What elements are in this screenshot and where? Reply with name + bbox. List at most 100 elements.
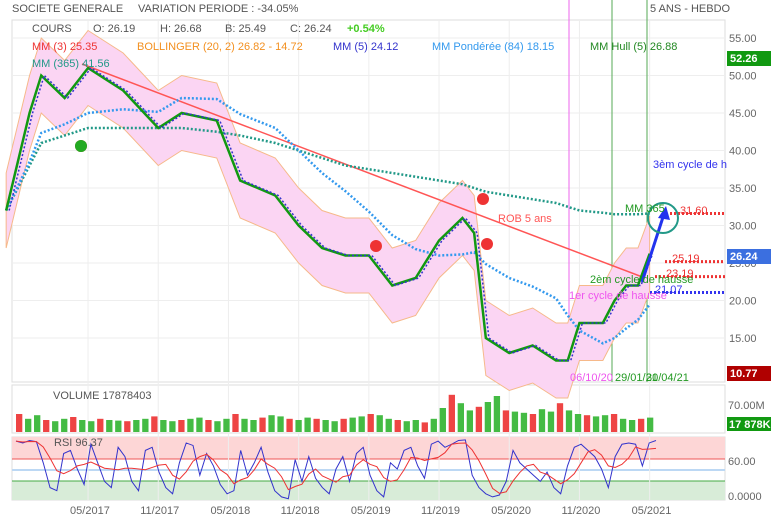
volume-bar — [358, 416, 365, 432]
time-tick: 05/2020 — [491, 505, 531, 517]
volume-bar — [88, 421, 95, 432]
volume-bar — [475, 406, 483, 432]
volume-bar — [286, 418, 293, 432]
annotation-rob: ROB 5 ans — [498, 213, 552, 225]
volume-bar — [16, 414, 23, 432]
volume-bar — [466, 410, 474, 432]
volume-bar — [34, 415, 41, 432]
volume-bar — [43, 420, 50, 432]
quote-change: +0.54% — [347, 23, 385, 35]
quote-label: COURS — [32, 23, 72, 35]
stock-chart[interactable]: SOCIETE GENERALE VARIATION PERIODE : -34… — [0, 0, 771, 522]
volume-bar — [601, 415, 609, 432]
volume-bar — [106, 420, 113, 432]
volume-bar — [142, 418, 149, 432]
volume-bar — [70, 417, 77, 432]
volume-bar — [538, 409, 546, 432]
mm365-line — [5, 126, 650, 216]
volume-bar — [448, 394, 455, 432]
time-tick: 05/2017 — [70, 505, 110, 517]
stock-title: SOCIETE GENERALE — [12, 3, 123, 15]
badge-last: 26.24 — [730, 251, 758, 263]
volume-bar — [151, 416, 158, 432]
volume-bar — [250, 420, 257, 432]
level-2319: 23.19 — [666, 268, 694, 280]
quote-low: B: 25.49 — [225, 23, 266, 35]
volume-bar — [304, 417, 311, 432]
annotation-mm365: MM 365 — [625, 203, 665, 215]
volume-bar — [214, 421, 221, 432]
volume-bar — [484, 402, 492, 432]
price-axis: 55.0050.0045.0040.0035.0030.0025.0020.00… — [729, 33, 757, 345]
indicator-mm365: MM (365) 41.56 — [32, 58, 110, 70]
volume-bar — [376, 415, 383, 432]
price-tick: 20.00 — [729, 296, 757, 308]
volume-bar — [61, 418, 68, 432]
volume-bar — [592, 416, 600, 432]
volume-bar — [196, 417, 203, 432]
volume-bar — [637, 418, 645, 432]
level-2107: 21.07 — [655, 284, 683, 296]
volume-bar — [394, 420, 401, 432]
volume-bar — [619, 418, 627, 432]
price-tick: 35.00 — [729, 183, 757, 195]
volume-bar — [421, 422, 428, 432]
volume-bar — [313, 418, 320, 432]
volume-bar — [574, 414, 582, 432]
volume-bar — [628, 420, 636, 432]
volume-bar — [511, 411, 519, 432]
period-selector[interactable]: 5 ANS - HEBDO — [650, 3, 731, 15]
volume-bar — [79, 420, 86, 432]
badge-top: 52.26 — [730, 53, 758, 65]
level-2519: 25.19 — [672, 253, 700, 265]
volume-bar — [610, 414, 618, 432]
rsi-label: RSI 96.37 — [54, 437, 103, 449]
volume-bar — [169, 421, 176, 432]
volume-bar — [403, 421, 410, 432]
time-tick: 11/2020 — [561, 505, 600, 517]
volume-label: VOLUME 17878403 — [53, 390, 151, 402]
bollinger-bands — [5, 29, 651, 399]
volume-bar — [439, 408, 446, 432]
volume-bar — [259, 417, 266, 432]
price-tick: 55.00 — [729, 33, 757, 45]
volume-bar — [493, 396, 501, 432]
volume-bar — [187, 418, 194, 432]
quote-close: C: 26.24 — [290, 23, 332, 35]
indicator-bollinger: BOLLINGER (20, 2) 26.82 - 14.72 — [137, 41, 303, 53]
time-tick: 11/2019 — [421, 505, 460, 517]
date-marker-1: 06/10/20 — [570, 372, 613, 384]
volume-bar — [295, 420, 302, 432]
volume-bar — [268, 415, 275, 432]
annotation-cycle1: 1er cycle de hausse — [569, 290, 667, 302]
price-tick: 30.00 — [729, 221, 757, 233]
indicator-hull: MM Hull (5) 26.88 — [590, 41, 677, 53]
price-tick: 15.00 — [729, 333, 757, 345]
volume-bar — [133, 420, 140, 432]
chart-window: SOCIETE GENERALE VARIATION PERIODE : -34… — [0, 0, 771, 522]
volume-bar — [349, 417, 356, 432]
price-tick: 40.00 — [729, 146, 757, 158]
volume-bar — [97, 418, 104, 432]
volume-axis: 70.00M — [728, 400, 765, 412]
indicator-mm5: MM (5) 24.12 — [333, 41, 398, 53]
price-tick: 50.00 — [729, 71, 757, 83]
time-tick: 05/2019 — [351, 505, 391, 517]
volume-bar — [241, 418, 248, 432]
indicator-mm3: MM (3) 25.35 — [32, 41, 97, 53]
indicator-mmp: MM Pondérée (84) 18.15 — [432, 41, 554, 53]
volume-bar — [556, 403, 564, 432]
date-marker-3: 30/04/21 — [646, 372, 689, 384]
volume-bar — [502, 410, 510, 432]
volume-bar — [223, 418, 230, 432]
badge-low: 10.77 — [730, 368, 758, 380]
signal-badge — [370, 240, 382, 252]
volume-bar — [430, 418, 437, 432]
volume-bar — [385, 418, 392, 432]
volume-bar — [277, 416, 284, 432]
rsi-axis-low: 0.0000 — [728, 491, 762, 503]
rsi-axis-mid: 60.00 — [728, 456, 756, 468]
time-tick: 05/2021 — [632, 505, 672, 517]
signal-badge-green — [75, 140, 87, 152]
volume-bar — [331, 421, 338, 432]
